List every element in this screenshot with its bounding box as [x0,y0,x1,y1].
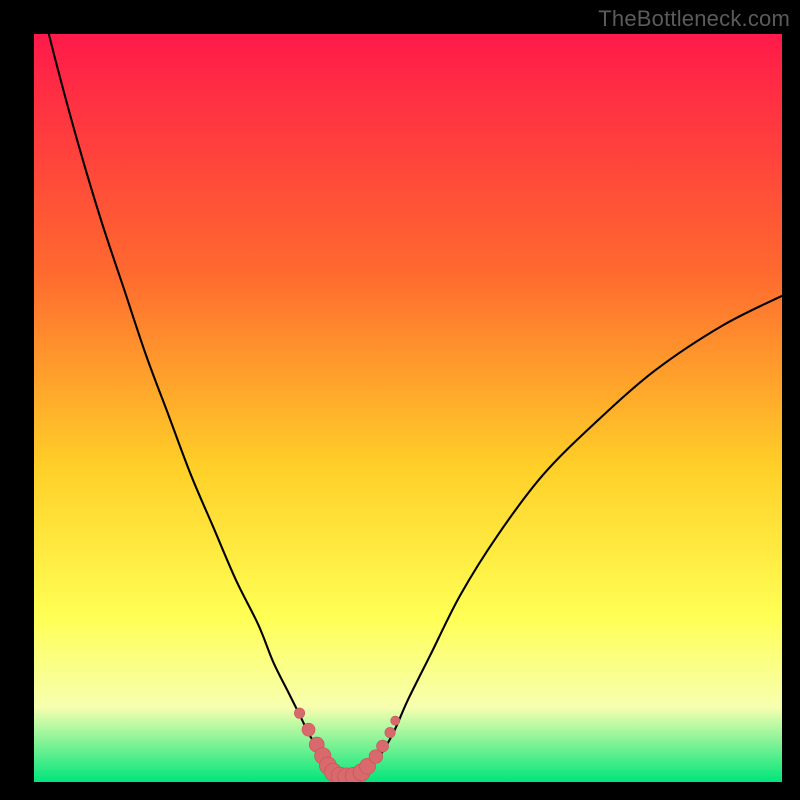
highlight-marker [377,740,389,752]
gradient-background [34,34,782,782]
highlight-marker [385,727,395,737]
highlight-marker [302,723,315,736]
chart-plot-area [34,34,782,782]
highlight-marker [391,716,400,725]
chart-svg [34,34,782,782]
chart-frame: TheBottleneck.com [0,0,800,800]
watermark-text: TheBottleneck.com [598,6,790,32]
highlight-marker [294,708,304,718]
